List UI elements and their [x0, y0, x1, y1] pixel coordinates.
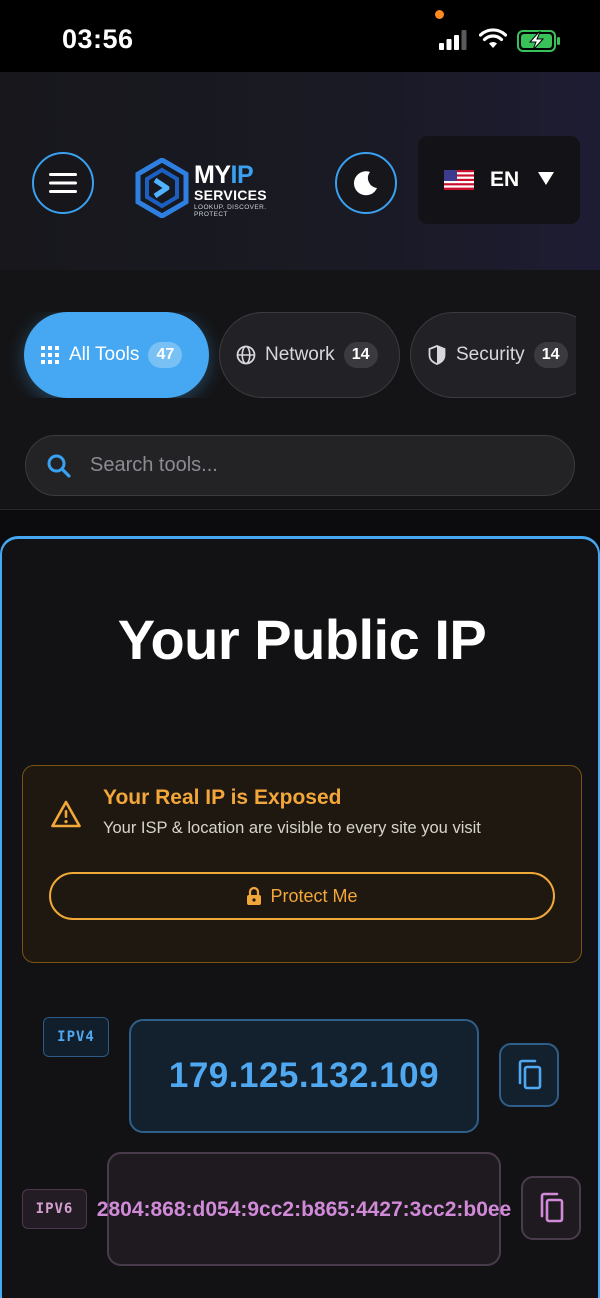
chip-network[interactable]: Network 14: [219, 312, 400, 398]
chip-label: Security: [456, 344, 525, 365]
filter-bar: All Tools 47 Network 14 Security 14: [0, 270, 600, 510]
chip-all-tools[interactable]: All Tools 47: [24, 312, 209, 398]
site-logo[interactable]: MYIP SERVICES LOOKUP. DISCOVER. PROTECT: [134, 158, 298, 218]
copy-ipv4-button[interactable]: [499, 1043, 559, 1107]
grid-icon: [41, 346, 59, 364]
alert-title: Your Real IP is Exposed: [103, 786, 342, 809]
alert-subtitle: Your ISP & location are visible to every…: [103, 819, 481, 837]
copy-icon: [540, 1192, 564, 1223]
language-code: EN: [490, 168, 520, 191]
exposure-alert: Your Real IP is Exposed Your ISP & locat…: [22, 765, 582, 963]
chip-count-badge: 47: [148, 342, 183, 368]
protect-me-button[interactable]: Protect Me: [49, 872, 555, 920]
theme-toggle-button[interactable]: [335, 152, 397, 214]
lock-icon: [247, 886, 262, 905]
category-chips: All Tools 47 Network 14 Security 14: [0, 312, 576, 398]
chip-security[interactable]: Security 14: [410, 312, 576, 398]
public-ip-card: Your Public IP Your Real IP is Exposed Y…: [0, 536, 600, 1298]
site-header: MYIP SERVICES LOOKUP. DISCOVER. PROTECT …: [0, 72, 600, 270]
ipv4-label: IPV4: [43, 1017, 109, 1057]
copy-icon: [518, 1059, 542, 1090]
search-icon: [47, 454, 71, 478]
logo-mark-icon: [135, 158, 189, 218]
cellular-signal-icon: [439, 30, 467, 50]
protect-me-label: Protect Me: [270, 885, 358, 906]
caret-down-icon: [538, 172, 554, 185]
search-input[interactable]: [90, 454, 510, 477]
ipv6-label: IPV6: [22, 1189, 87, 1229]
copy-ipv6-button[interactable]: [521, 1176, 581, 1240]
recording-indicator-dot: [435, 10, 444, 19]
menu-button[interactable]: [32, 152, 94, 214]
language-selector[interactable]: EN: [418, 136, 580, 224]
warning-icon: [51, 800, 81, 828]
battery-charging-icon: [517, 30, 560, 52]
wifi-icon: [479, 28, 507, 48]
status-bar: 03:56: [0, 0, 600, 72]
status-time: 03:56: [62, 24, 134, 54]
logo-wordmark: MYIP SERVICES LOOKUP. DISCOVER. PROTECT: [194, 161, 267, 218]
shield-icon: [428, 345, 446, 365]
search-bar: [25, 435, 575, 496]
moon-icon: [353, 171, 377, 196]
hamburger-icon: [49, 173, 77, 193]
chip-label: Network: [265, 344, 335, 365]
chip-label: All Tools: [69, 344, 140, 365]
globe-icon: [236, 345, 256, 365]
ipv6-address[interactable]: 2804:868:d054:9cc2:b865:4427:3cc2:b0ee: [97, 1152, 511, 1266]
page-title: Your Public IP: [117, 608, 487, 671]
ipv4-address[interactable]: 179.125.132.109: [129, 1019, 479, 1133]
chip-count-badge: 14: [343, 342, 378, 368]
chip-count-badge: 14: [533, 342, 568, 368]
us-flag-icon: [444, 170, 474, 190]
